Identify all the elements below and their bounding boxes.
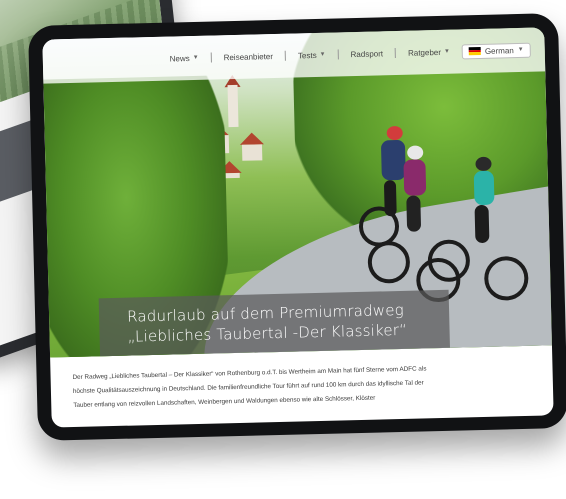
- house-roof: [239, 132, 264, 145]
- church-tower: [227, 84, 239, 128]
- nav-item-label: News: [169, 53, 190, 64]
- german-flag-icon: [468, 46, 481, 56]
- house: [241, 144, 263, 161]
- chevron-down-icon: ▼: [192, 54, 199, 61]
- helmet: [386, 125, 403, 141]
- cyclist-legs: [474, 204, 490, 244]
- tablet-device: Radurlaub auf dem Premiumradweg „Lieblic…: [28, 13, 566, 446]
- cyclist-woman-teal: [413, 156, 529, 309]
- bike-wheel: [483, 255, 529, 301]
- nav-item-ratgeber[interactable]: Ratgeber ▼: [408, 47, 450, 57]
- nav-item-label: Tests: [297, 50, 317, 60]
- nav-item-label: Reiseanbieter: [223, 51, 274, 62]
- nav-divider: [394, 48, 397, 59]
- tablet-frame: Radurlaub auf dem Premiumradweg „Lieblic…: [28, 13, 566, 441]
- nav-item-label: Ratgeber: [407, 47, 442, 58]
- bike-wheel: [367, 240, 411, 284]
- chevron-down-icon: ▼: [319, 51, 326, 58]
- nav-item-radsport[interactable]: Radsport: [350, 49, 383, 59]
- nav-item-tests[interactable]: Tests ▼: [297, 50, 326, 60]
- nav-item-label: Radsport: [350, 48, 384, 59]
- nav-divider: [337, 49, 339, 60]
- language-label: German: [484, 45, 514, 56]
- nav-item-reiseanbieter[interactable]: Reiseanbieter: [224, 52, 274, 62]
- nav-item-news[interactable]: News ▼: [170, 53, 199, 63]
- hero-caption: Radurlaub auf dem Premiumradweg „Lieblic…: [98, 289, 450, 357]
- language-select[interactable]: German ▼: [461, 42, 531, 59]
- tablet-screen: Radurlaub auf dem Premiumradweg „Lieblic…: [42, 27, 554, 428]
- nav-divider: [210, 52, 212, 63]
- chevron-down-icon: ▼: [443, 48, 450, 55]
- helmet: [475, 156, 492, 172]
- cyclist-torso: [473, 170, 495, 206]
- chevron-down-icon: ▼: [517, 46, 524, 54]
- nav-divider: [284, 50, 287, 61]
- article-intro: Der Radweg „Liebliches Taubertal – Der K…: [72, 360, 543, 413]
